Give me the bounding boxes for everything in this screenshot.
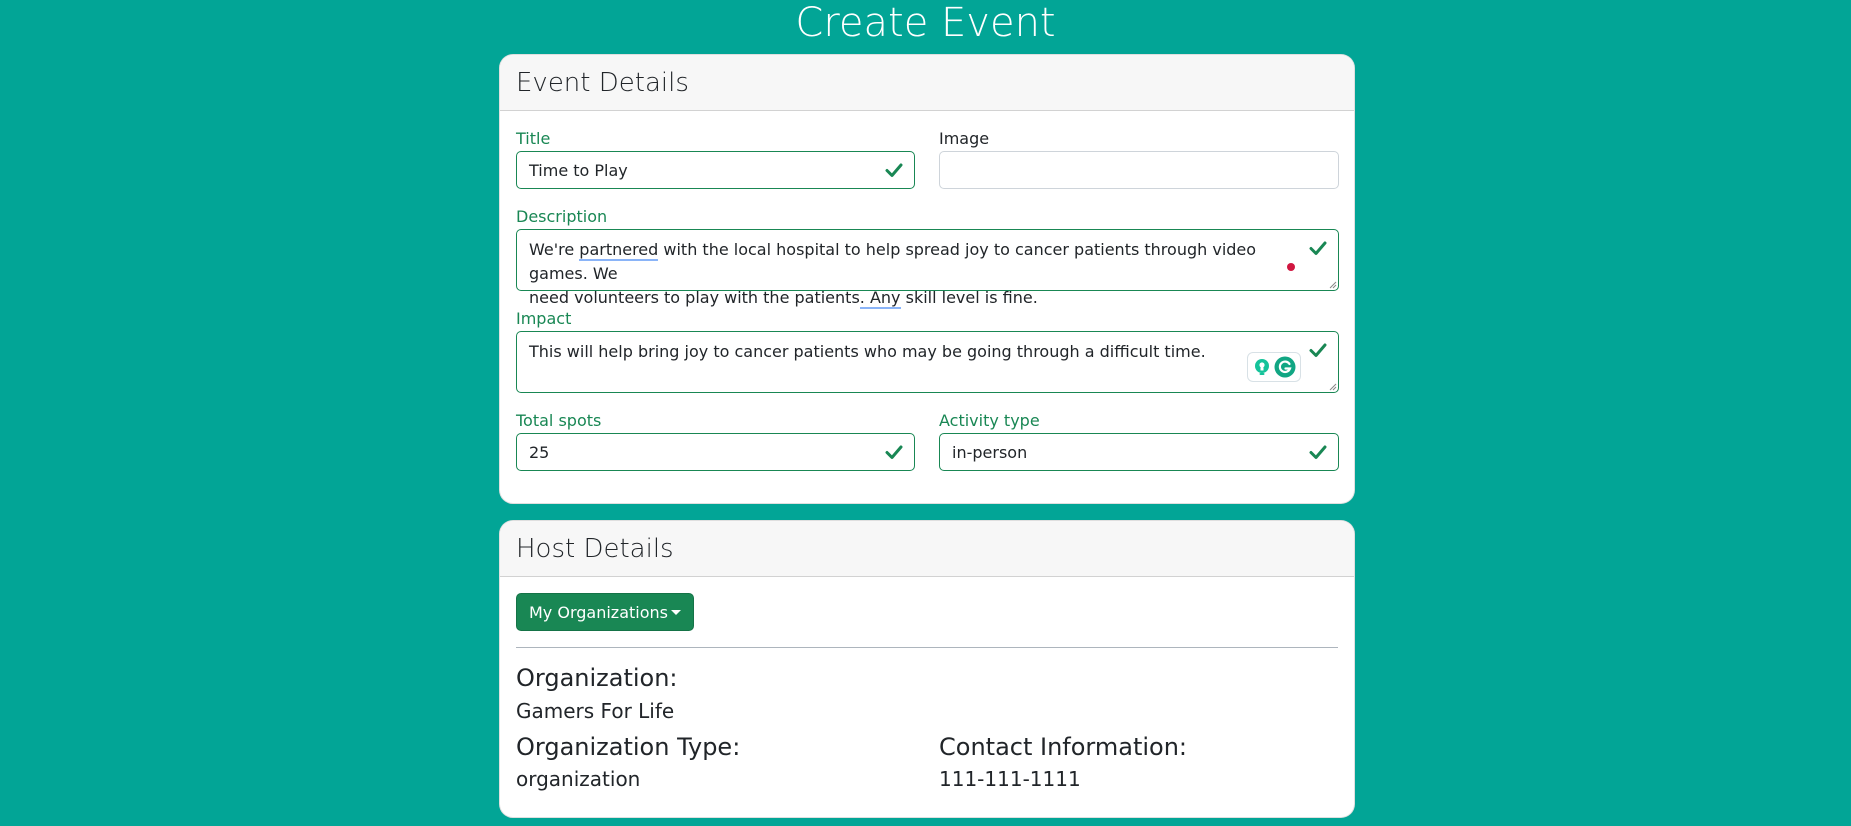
description-label: Description (516, 207, 608, 226)
total-spots-value: 25 (529, 443, 550, 462)
page-title: Create Event (795, 0, 1056, 46)
title-input[interactable]: Time to Play (516, 151, 915, 189)
valid-check-icon (1309, 343, 1327, 357)
host-details-header: Host Details (500, 521, 1354, 577)
activity-type-label: Activity type (939, 411, 1040, 430)
organization-type-value: organization (516, 767, 641, 791)
resize-handle-icon[interactable] (1327, 279, 1337, 289)
impact-label: Impact (516, 309, 572, 328)
grammar-alert-dot[interactable] (1287, 263, 1295, 271)
event-details-body: Title Time to Play Image Description We'… (500, 111, 1354, 503)
host-details-body: My Organizations Organization: Gamers Fo… (500, 577, 1354, 817)
event-details-card: Event Details Title Time to Play Image D… (499, 54, 1355, 504)
title-value: Time to Play (529, 161, 628, 180)
resize-handle-icon[interactable] (1327, 381, 1337, 391)
lightbulb-icon[interactable] (1253, 358, 1271, 376)
spellcheck-word: partnered (579, 240, 659, 261)
contact-information-value: 111-111-1111 (939, 767, 1081, 791)
host-details-card: Host Details My Organizations Organizati… (499, 520, 1355, 818)
grammarly-icon[interactable] (1274, 356, 1296, 378)
valid-check-icon (885, 445, 903, 459)
valid-check-icon (1309, 445, 1327, 459)
valid-check-icon (1309, 241, 1327, 255)
spellcheck-word: . Any (859, 288, 901, 309)
my-organizations-dropdown-button[interactable]: My Organizations (516, 593, 694, 631)
divider (516, 647, 1338, 648)
impact-value: This will help bring joy to cancer patie… (529, 342, 1206, 361)
organization-value: Gamers For Life (516, 699, 675, 723)
image-input[interactable] (939, 151, 1339, 189)
event-details-header: Event Details (500, 55, 1354, 111)
activity-type-value: in-person (952, 443, 1028, 462)
valid-check-icon (885, 163, 903, 177)
title-label: Title (516, 129, 551, 148)
description-line-2: need volunteers to play with the patient… (529, 288, 1038, 309)
total-spots-input[interactable]: 25 (516, 433, 915, 471)
contact-information-label: Contact Information: (939, 733, 1188, 761)
image-label: Image (939, 129, 990, 148)
my-organizations-label: My Organizations (529, 603, 668, 622)
organization-type-label: Organization Type: (516, 733, 741, 761)
description-line-1: We're partnered with the local hospital … (529, 240, 1257, 283)
activity-type-input[interactable]: in-person (939, 433, 1339, 471)
organization-label: Organization: (516, 664, 678, 692)
impact-textarea[interactable]: This will help bring joy to cancer patie… (516, 331, 1339, 393)
description-textarea[interactable]: We're partnered with the local hospital … (516, 229, 1339, 309)
grammarly-widget[interactable] (1247, 352, 1301, 382)
total-spots-label: Total spots (516, 411, 602, 430)
caret-down-icon (670, 610, 681, 615)
